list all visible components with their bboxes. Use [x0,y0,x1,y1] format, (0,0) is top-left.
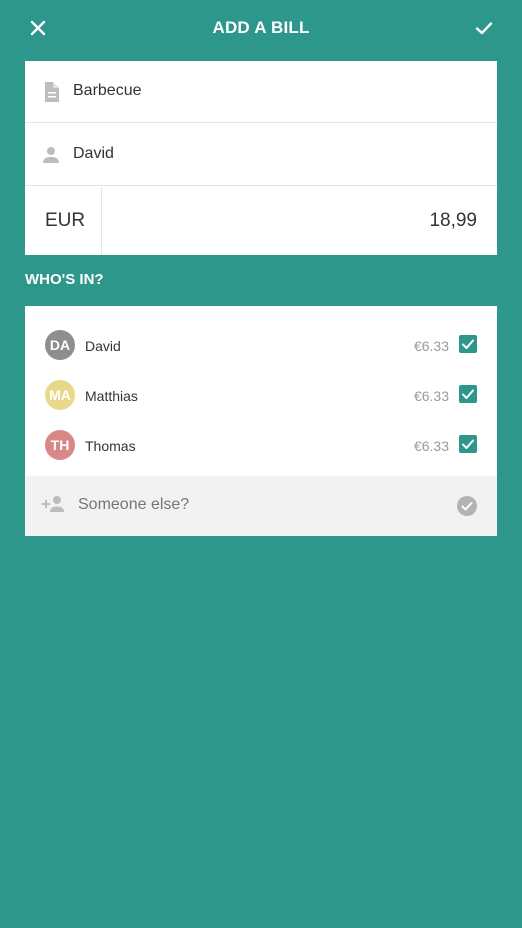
add-participant-row [25,476,497,536]
page-title: ADD A BILL [212,18,310,37]
participant-name: David [85,338,121,354]
participant-row[interactable]: DA David €6.33 [25,325,497,375]
participant-share: €6.33 [413,438,449,454]
participant-row[interactable]: MA Matthias €6.33 [25,375,497,425]
bill-form-card: Barbecue David EUR 18,99 [25,61,497,255]
participant-share: €6.33 [413,338,449,354]
participant-checkbox[interactable] [459,385,477,403]
participant-share: €6.33 [413,388,449,404]
document-icon [39,80,63,104]
participant-row[interactable]: TH Thomas €6.33 [25,425,497,475]
participants-card: DA David €6.33 MA Matthias €6.33 TH Thom… [25,306,497,536]
participant-checkbox[interactable] [459,335,477,353]
top-bar: ADD A BILL [0,0,522,58]
amount-input[interactable]: 18,99 [429,210,477,232]
payer-value: David [73,145,114,162]
currency-label: EUR [45,210,86,231]
participant-checkbox[interactable] [459,435,477,453]
currency-select[interactable]: EUR [25,187,102,255]
add-person-icon [41,494,67,516]
person-icon [39,143,63,167]
description-field[interactable]: Barbecue [25,61,497,123]
add-participant-confirm-icon[interactable] [457,496,477,516]
amount-row: EUR 18,99 [25,187,497,255]
payer-field[interactable]: David [25,124,497,186]
avatar: DA [45,330,75,360]
participant-name: Matthias [85,388,138,404]
check-icon[interactable] [472,16,496,40]
participant-name: Thomas [85,438,136,454]
add-participant-input[interactable] [78,496,428,514]
avatar: MA [45,380,75,410]
avatar: TH [45,430,75,460]
participants-heading: WHO'S IN? [25,271,104,288]
description-value: Barbecue [73,82,142,99]
